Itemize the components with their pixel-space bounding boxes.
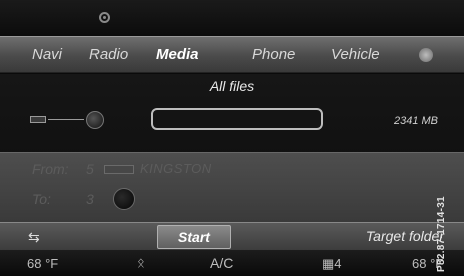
- usb-icon: [104, 165, 134, 174]
- menu-item-vehicle[interactable]: Vehicle: [331, 46, 380, 63]
- copy-to-row[interactable]: To: 3: [0, 187, 464, 213]
- target-folder-label: Target folder: [365, 228, 444, 244]
- settings-dot-icon[interactable]: [419, 48, 433, 62]
- fan-level: ▦4: [322, 256, 342, 271]
- copy-files-panel: All files 2341 MB From: 5 KINGSTON To: 3: [0, 74, 464, 222]
- menu-item-navi[interactable]: Navi: [32, 46, 62, 63]
- menu-item-phone[interactable]: Phone: [252, 46, 295, 63]
- copy-from-row[interactable]: From: 5 KINGSTON: [0, 157, 464, 183]
- menu-item-media[interactable]: Media: [156, 46, 199, 63]
- hard-disk-icon: [113, 188, 135, 210]
- main-menu-bar: Navi Radio Media Phone Vehicle: [0, 36, 464, 73]
- from-label: From:: [32, 161, 69, 177]
- to-number: 3: [86, 191, 94, 207]
- from-number: 5: [86, 161, 94, 177]
- copy-settings-panel: From: 5 KINGSTON To: 3: [0, 152, 464, 222]
- device-knob-shape: [86, 111, 104, 129]
- page-title: All files: [209, 78, 255, 94]
- start-button[interactable]: Start: [157, 225, 231, 249]
- seat-heating-icon: ᛟ: [137, 255, 145, 270]
- from-device-name: KINGSTON: [140, 161, 212, 176]
- climate-status-bar: 68 °F ᛟ A/C ▦4 68 °F: [0, 250, 464, 276]
- menu-item-radio[interactable]: Radio: [89, 46, 128, 63]
- head-unit-screen: Navi Radio Media Phone Vehicle All files…: [0, 0, 464, 276]
- photo-reference-code: P82.87-1714-31: [436, 196, 447, 272]
- usb-icon: [30, 111, 104, 129]
- top-status-strip: [0, 0, 464, 36]
- usb-plug-shape: [30, 116, 46, 123]
- ac-label: A/C: [210, 255, 234, 271]
- start-label: Start: [178, 229, 210, 245]
- back-arrow-icon: ⇆: [28, 229, 40, 245]
- usb-arrow-shape: [48, 119, 84, 120]
- to-label: To:: [32, 191, 51, 207]
- transfer-progress-bar: [151, 108, 323, 130]
- file-size-label: 2341 MB: [393, 115, 438, 127]
- back-button[interactable]: ⇆: [24, 227, 64, 247]
- source-device-row: 2341 MB: [0, 102, 464, 136]
- temperature-left: 68 °F: [27, 256, 59, 271]
- gear-icon: [99, 12, 110, 23]
- action-bar: ⇆ Start Target folder: [0, 222, 464, 250]
